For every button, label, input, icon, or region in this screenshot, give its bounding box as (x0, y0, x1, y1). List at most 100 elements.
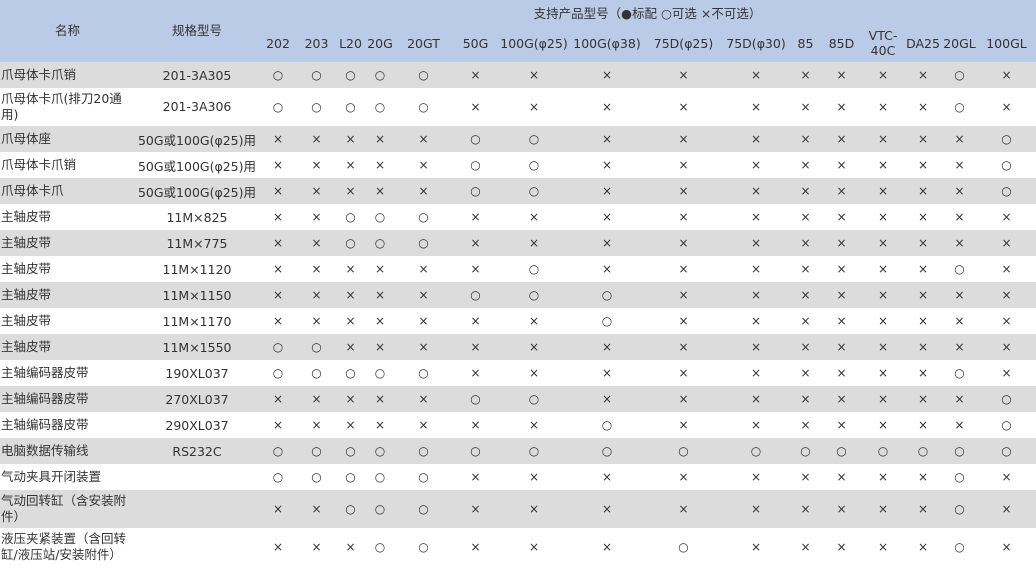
table-row: 主轴皮带 11M×1170 × × × × × × × ○ × × × × × × × × (0, 308, 1036, 334)
cell-spec: 50G或100G(φ25)用 (137, 132, 257, 148)
cell-compatibility: ○ (418, 470, 429, 484)
cell-compatibility: × (750, 158, 762, 172)
cell-compatibility: × (311, 184, 322, 198)
cell-compatibility: × (1001, 236, 1012, 250)
cell-compatibility: × (601, 210, 613, 224)
cell-compatibility: × (750, 418, 762, 432)
cell-compatibility: ○ (1001, 418, 1012, 432)
cell-compatibility: × (917, 184, 929, 198)
cell-compatibility: × (311, 210, 322, 224)
cell-compatibility: × (836, 184, 847, 198)
cell-spec (135, 464, 259, 490)
cell-compatibility: × (418, 392, 429, 406)
cell-compatibility: × (418, 418, 429, 432)
cell-compatibility: × (418, 314, 429, 328)
cell-compatibility: ○ (954, 444, 965, 458)
cell-compatibility: × (877, 366, 889, 380)
table-row: 爪母体卡爪销 50G或100G(φ25)用 × × × × × ○ ○ × × × × × × × × ○ (0, 152, 1036, 178)
cell-spec: RS232C (172, 443, 222, 459)
cell-compatibility: × (750, 210, 762, 224)
cell-spec: 190XL037 (165, 365, 229, 381)
cell-compatibility: × (601, 502, 613, 516)
cell-compatibility: ○ (345, 100, 356, 114)
cell-compatibility: × (528, 314, 540, 328)
cell-compatibility: × (877, 288, 889, 302)
cell-compatibility: × (836, 540, 847, 554)
cell-compatibility: × (272, 314, 284, 328)
header-model: 100GL (977, 24, 1036, 62)
header-spec: 规格型号 (135, 0, 259, 62)
cell-compatibility: × (750, 262, 762, 276)
cell-compatibility: × (750, 314, 762, 328)
cell-compatibility: × (528, 340, 540, 354)
cell-part-name: 主轴皮带 (1, 261, 52, 276)
cell-compatibility: × (678, 392, 689, 406)
cell-compatibility: × (917, 262, 929, 276)
cell-compatibility: ○ (1001, 158, 1012, 172)
cell-compatibility: × (601, 184, 613, 198)
cell-compatibility: × (678, 132, 689, 146)
cell-compatibility: × (1001, 340, 1012, 354)
cell-spec: 11M×1120 (162, 261, 232, 277)
table-row: 气动夹具开闭装置 ○ ○ ○ ○ ○ × × × × × × × × × ○ × (0, 464, 1036, 490)
cell-compatibility: × (272, 288, 284, 302)
cell-compatibility: × (800, 288, 811, 302)
cell-compatibility: × (954, 184, 965, 198)
cell-compatibility: × (917, 392, 929, 406)
table-row: 爪母体卡爪(排刀20通用) 201-3A306 ○ ○ ○ ○ ○ × × × × × × × × × ○ × (0, 88, 1036, 126)
cell-compatibility: × (470, 418, 481, 432)
cell-compatibility: ○ (954, 502, 965, 516)
cell-compatibility: × (345, 262, 356, 276)
cell-compatibility: × (800, 418, 811, 432)
cell-compatibility: ○ (311, 68, 322, 82)
cell-compatibility: × (954, 288, 965, 302)
cell-compatibility: × (750, 100, 762, 114)
cell-compatibility: × (836, 502, 847, 516)
cell-compatibility: × (750, 236, 762, 250)
cell-compatibility: × (272, 132, 284, 146)
header-model: 100G(φ38) (569, 24, 645, 62)
cell-part-name: 主轴编码器皮带 (1, 391, 89, 406)
cell-compatibility: × (601, 236, 613, 250)
cell-compatibility: × (272, 540, 284, 554)
header-model: 75D(φ25) (645, 24, 722, 62)
cell-compatibility: ○ (528, 444, 540, 458)
cell-compatibility: × (272, 502, 284, 516)
cell-compatibility: ○ (374, 470, 386, 484)
cell-compatibility: × (1001, 68, 1012, 82)
cell-compatibility: × (528, 236, 540, 250)
cell-compatibility: × (601, 132, 613, 146)
cell-compatibility: × (877, 470, 889, 484)
cell-compatibility: ○ (374, 502, 386, 516)
cell-compatibility: ○ (272, 340, 284, 354)
cell-compatibility: × (836, 314, 847, 328)
cell-compatibility: × (836, 392, 847, 406)
cell-compatibility: ○ (311, 100, 322, 114)
cell-spec: 201-3A306 (162, 99, 232, 114)
cell-compatibility: × (528, 68, 540, 82)
cell-compatibility: × (954, 236, 965, 250)
cell-compatibility: × (418, 184, 429, 198)
cell-compatibility: × (877, 100, 889, 114)
table-row: 主轴皮带 11M×1550 ○ ○ × × × × × × × × × × × × × × (0, 334, 1036, 360)
table-body: 爪母体卡爪销 201-3A305 ○ ○ ○ ○ ○ × × × × × × × × × ○ × 爪母体卡爪(排刀2… (0, 62, 1036, 566)
cell-compatibility: × (272, 236, 284, 250)
table-row: 气动回转缸（含安装附件） × × ○ ○ ○ × × × × × × × × × ○ × (0, 490, 1036, 528)
cell-compatibility: ○ (272, 444, 284, 458)
cell-compatibility: × (374, 158, 386, 172)
cell-compatibility: × (1001, 100, 1012, 114)
cell-compatibility: × (836, 366, 847, 380)
table-row: 爪母体卡爪 50G或100G(φ25)用 × × × × × ○ ○ × × × × × × × × ○ (0, 178, 1036, 204)
cell-compatibility: × (418, 158, 429, 172)
cell-compatibility: × (374, 392, 386, 406)
cell-compatibility: ○ (374, 68, 386, 82)
cell-spec: 11M×775 (166, 235, 228, 251)
cell-compatibility: × (954, 392, 965, 406)
header-model: L20 (336, 24, 365, 62)
cell-compatibility: ○ (678, 444, 689, 458)
cell-compatibility: × (470, 100, 481, 114)
accessory-compatibility-table: 名称 规格型号 支持产品型号（●标配 ○可选 ×不可选） 202 203 L20 20… (0, 0, 1036, 566)
cell-compatibility: ○ (601, 418, 613, 432)
cell-compatibility: ○ (1001, 392, 1012, 406)
header-model: 202 (259, 24, 297, 62)
